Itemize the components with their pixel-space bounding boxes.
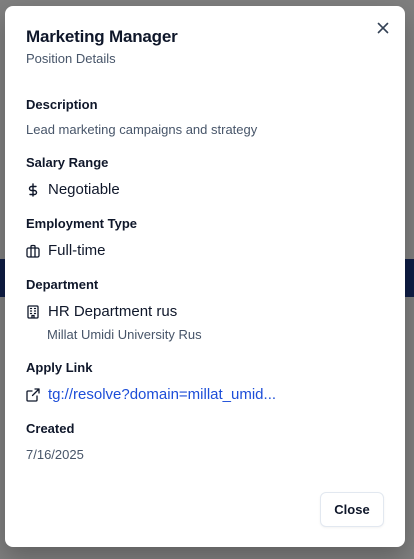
employment-type-label: Employment Type: [26, 216, 138, 231]
apply-link[interactable]: tg://resolve?domain=millat_umid...: [48, 386, 276, 403]
employment-type-row: Full-time: [26, 242, 106, 259]
university-name: Millat Umidi University Rus: [47, 327, 202, 342]
close-button[interactable]: Close: [320, 492, 384, 527]
department-row: HR Department rus: [26, 303, 177, 320]
salary-label: Salary Range: [26, 155, 109, 170]
salary-value: Negotiable: [48, 181, 120, 198]
apply-link-row: tg://resolve?domain=millat_umid...: [26, 386, 276, 403]
created-label: Created: [26, 421, 75, 436]
dialog-title: Marketing Manager: [26, 27, 178, 46]
salary-row: Negotiable: [26, 181, 120, 198]
position-details-dialog: Marketing Manager Position Details Descr…: [5, 6, 405, 547]
description-value: Lead marketing campaigns and strategy: [26, 122, 258, 137]
dialog-subtitle: Position Details: [26, 51, 116, 66]
close-icon[interactable]: [375, 20, 391, 36]
apply-link-label: Apply Link: [26, 360, 93, 375]
briefcase-icon: [26, 244, 40, 258]
dollar-icon: [26, 182, 40, 197]
department-name: HR Department rus: [48, 303, 178, 320]
building-icon: [26, 304, 40, 319]
department-label: Department: [26, 277, 99, 292]
employment-type-value: Full-time: [48, 242, 106, 259]
created-date: 7/16/2025: [26, 447, 84, 462]
external-link-icon: [26, 387, 40, 402]
description-label: Description: [26, 97, 98, 112]
